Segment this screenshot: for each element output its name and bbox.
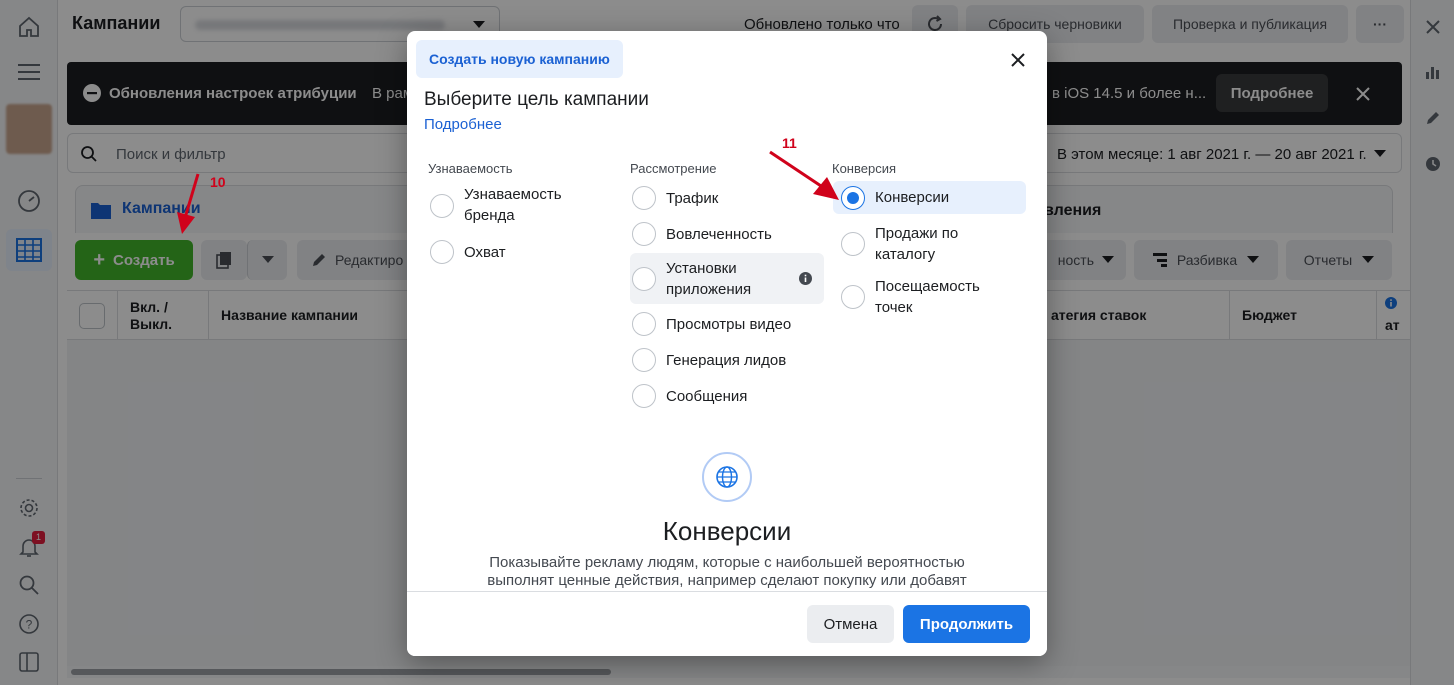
radio-app-installs[interactable] bbox=[632, 266, 656, 291]
annotation-arrow-10 bbox=[177, 173, 200, 234]
objective-group-consideration: Рассмотрение bbox=[630, 161, 717, 176]
option-video-views[interactable]: Просмотры видео bbox=[632, 309, 822, 339]
option-store-traffic[interactable]: Посещаемость точек bbox=[841, 274, 1026, 320]
continue-button[interactable]: Продолжить bbox=[903, 605, 1030, 643]
modal-footer: Отмена Продолжить bbox=[407, 591, 1047, 656]
globe-icon bbox=[702, 452, 752, 502]
option-label: Конверсии bbox=[875, 189, 950, 206]
radio-lead-generation[interactable] bbox=[632, 348, 656, 372]
objective-detail-description: Показывайте рекламу людям, которые с наи… bbox=[487, 554, 967, 589]
option-label: Продажи по каталогу bbox=[875, 225, 959, 263]
option-brand-awareness[interactable]: Узнаваемость бренда bbox=[430, 183, 625, 229]
option-label: Трафик bbox=[666, 189, 719, 207]
option-label: Установки приложения bbox=[666, 259, 752, 298]
radio-catalog-sales[interactable] bbox=[841, 232, 865, 256]
create-new-campaign-tab[interactable]: Создать новую кампанию bbox=[416, 40, 623, 78]
radio-brand-awareness[interactable] bbox=[430, 194, 454, 218]
objective-group-awareness: Узнаваемость bbox=[428, 161, 513, 176]
option-label: Генерация лидов bbox=[666, 351, 787, 369]
option-messages[interactable]: Сообщения bbox=[632, 381, 822, 411]
option-label: Сообщения bbox=[666, 387, 748, 405]
radio-messages[interactable] bbox=[632, 384, 656, 408]
radio-store-traffic[interactable] bbox=[841, 285, 865, 309]
option-label: Посещаемость точек bbox=[875, 278, 980, 316]
objective-detail-title: Конверсии bbox=[662, 516, 792, 546]
cancel-button[interactable]: Отмена bbox=[807, 605, 894, 643]
option-conversions[interactable]: Конверсии bbox=[833, 181, 1026, 214]
close-icon[interactable] bbox=[1010, 52, 1026, 68]
option-reach[interactable]: Охват bbox=[430, 238, 625, 266]
learn-more-link[interactable]: Подробнее bbox=[424, 116, 502, 133]
option-catalog-sales[interactable]: Продажи по каталогу bbox=[841, 221, 1026, 267]
create-campaign-modal: Создать новую кампанию Выберите цель кам… bbox=[407, 31, 1047, 656]
radio-traffic[interactable] bbox=[632, 186, 656, 210]
radio-video-views[interactable] bbox=[632, 312, 656, 336]
option-label: Просмотры видео bbox=[666, 315, 792, 333]
annotation-step-10: 10 bbox=[210, 174, 226, 190]
option-label: Вовлеченность bbox=[666, 225, 772, 243]
option-lead-generation[interactable]: Генерация лидов bbox=[632, 345, 822, 375]
radio-reach[interactable] bbox=[430, 240, 454, 264]
option-engagement[interactable]: Вовлеченность bbox=[632, 219, 822, 249]
info-icon[interactable] bbox=[799, 272, 812, 285]
annotation-arrow-11 bbox=[769, 150, 839, 200]
option-app-installs[interactable]: Установки приложения bbox=[630, 253, 824, 304]
modal-title: Выберите цель кампании bbox=[424, 89, 649, 110]
option-label: Узнаваемость бренда bbox=[464, 186, 562, 224]
radio-engagement[interactable] bbox=[632, 222, 656, 246]
option-label: Охват bbox=[464, 243, 506, 261]
